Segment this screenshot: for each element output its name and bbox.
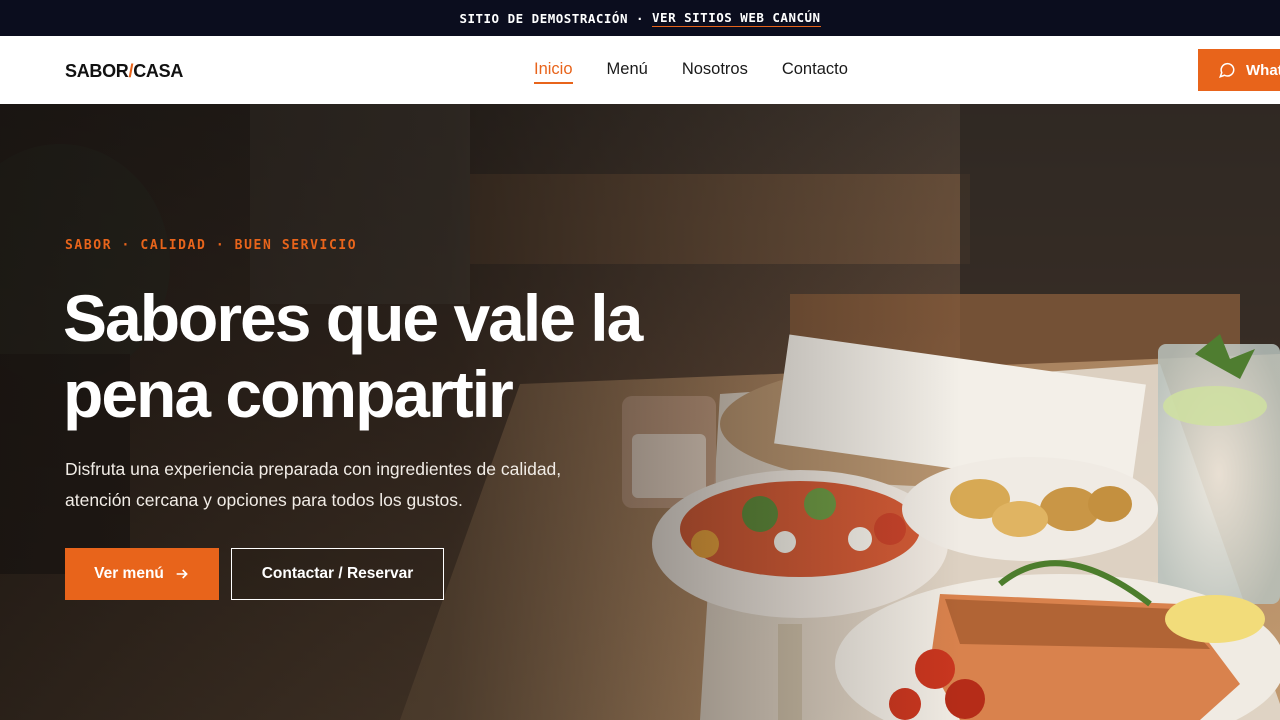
contact-reserve-label: Contactar / Reservar [261,565,414,582]
logo-left: SABOR [65,61,129,81]
logo[interactable]: SABOR/CASA [65,61,183,82]
view-menu-label: Ver menú [94,565,164,582]
nav-item-inicio[interactable]: Inicio [534,60,573,84]
arrow-right-icon [176,569,188,579]
main-nav: Inicio Menú Nosotros Contacto [534,60,848,84]
demo-label: SITIO DE DEMOSTRACIÓN [459,10,628,26]
banner-separator: · [635,10,645,26]
whatsapp-label: What [1246,61,1280,79]
hero-title: Sabores que vale la pena compartir [63,281,643,431]
logo-right: CASA [133,61,184,81]
contact-reserve-button[interactable]: Contactar / Reservar [231,548,444,600]
nav-item-nosotros[interactable]: Nosotros [682,60,748,84]
whatsapp-button[interactable]: What [1198,49,1280,91]
hero-description: Disfruta una experiencia preparada con i… [65,459,562,510]
demo-banner: SITIO DE DEMOSTRACIÓN · VER SITIOS WEB C… [0,0,1280,36]
view-menu-button[interactable]: Ver menú [65,548,219,600]
nav-item-menu[interactable]: Menú [607,60,648,84]
view-sites-link[interactable]: VER SITIOS WEB CANCÚN [652,10,821,27]
site-header: SABOR/CASA Inicio Menú Nosotros Contacto… [0,36,1280,104]
chat-bubble-icon [1219,62,1235,78]
nav-item-contacto[interactable]: Contacto [782,60,848,84]
hero-eyebrow: SABOR · CALIDAD · BUEN SERVICIO [65,238,358,253]
hero-section: SABOR · CALIDAD · BUEN SERVICIO Sabores … [0,104,1280,720]
